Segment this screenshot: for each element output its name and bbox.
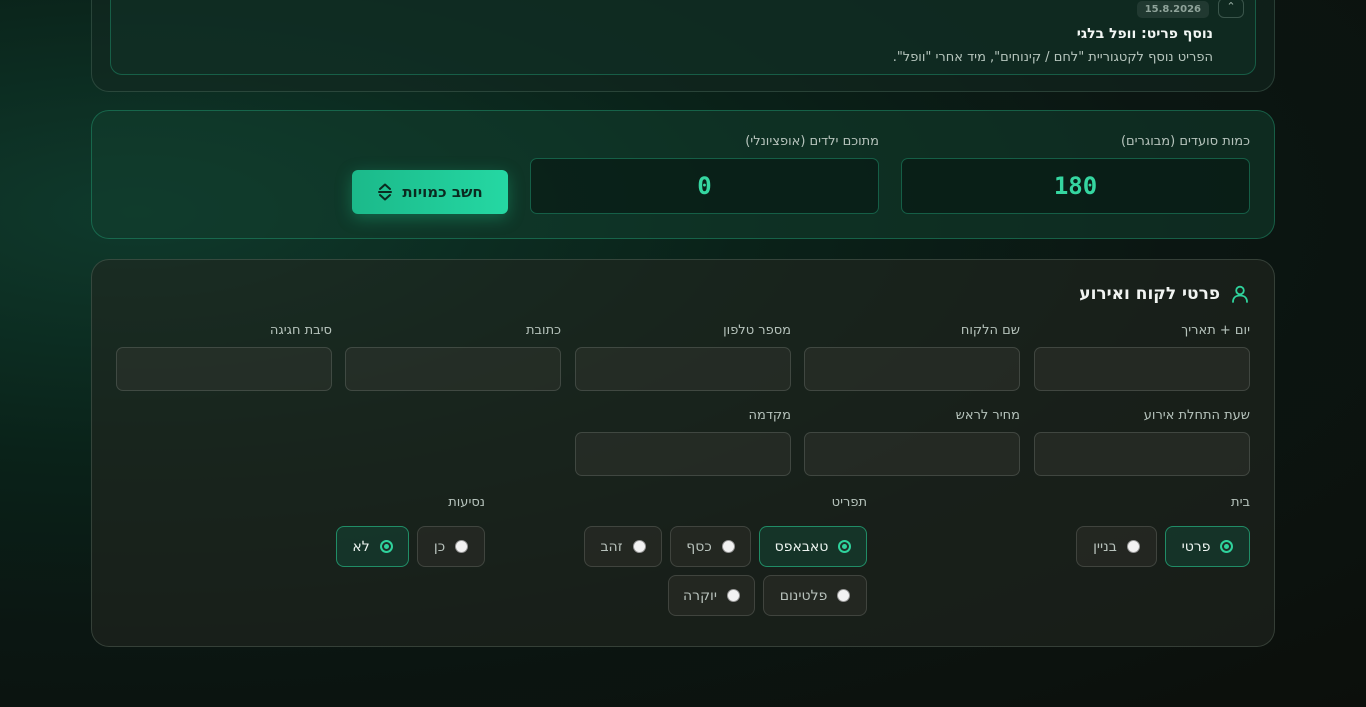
house-label: בית [1231,495,1250,510]
radio-button[interactable] [726,589,740,602]
notification-card: 15.8.2026 ⌃ נוסף פריט: וופל בלגי הפריט נ… [110,0,1256,75]
calculate-button-label: חשב כמויות [402,183,483,201]
phone-label: מספר טלפון [723,323,791,338]
radio-button[interactable] [1220,540,1234,553]
travel-option-yes[interactable]: כן [417,526,485,567]
chevron-up-icon[interactable]: ⌃ [1218,0,1244,18]
section-header: פרטי לקוח ואירוע [1079,284,1250,304]
radio-button[interactable] [632,540,646,553]
date-label: יום + תאריך [1181,323,1250,338]
deposit-input[interactable] [575,432,791,476]
kids-label: מתוכם ילדים (אופציונלי) [745,134,879,149]
option-label: כסף [686,538,712,555]
option-label: יוקרה [683,587,717,604]
option-label: פלטינום [779,587,828,604]
customer-name-label: שם הלקוח [960,323,1020,338]
price-per-head-label: מחיר לראש [955,408,1020,423]
notification-title: נוסף פריט: וופל בלגי [1076,26,1213,42]
quantity-panel: כמות סועדים (מבוגרים) 180 מתוכם ילדים (א… [91,110,1275,239]
start-time-label: שעת התחלת אירוע [1143,408,1250,423]
option-label: כן [433,538,446,555]
option-label: בניין [1093,538,1117,555]
notification-date-badge: 15.8.2026 [1136,1,1209,18]
menu-option-tapas[interactable]: טאבאפס [759,526,867,567]
radio-button[interactable] [837,589,851,602]
adults-label: כמות סועדים (מבוגרים) [1120,134,1250,149]
section-title: פרטי לקוח ואירוע [1079,284,1220,304]
occasion-label: סיבת חגיגה [269,323,332,338]
phone-input[interactable] [575,347,791,391]
calculate-button[interactable]: חשב כמויות [352,170,508,214]
radio-button[interactable] [379,540,393,553]
adults-input[interactable]: 180 [901,158,1250,214]
menu-option-platinum[interactable]: פלטינום [763,575,867,616]
menu-option-luxury[interactable]: יוקרה [668,575,755,616]
occasion-input[interactable] [116,347,332,391]
option-label: לא [352,538,370,555]
customer-name-input[interactable] [804,347,1020,391]
radio-button[interactable] [1126,540,1140,553]
menu-option-gold[interactable]: זהב [584,526,662,567]
option-label: פרטי [1181,538,1211,555]
radio-button[interactable] [721,540,735,553]
house-option-private[interactable]: פרטי [1165,526,1250,567]
address-input[interactable] [345,347,561,391]
kids-input[interactable]: 0 [530,158,879,214]
menu-option-silver[interactable]: כסף [670,526,751,567]
notification-panel: 15.8.2026 ⌃ נוסף פריט: וופל בלגי הפריט נ… [91,0,1275,92]
address-label: כתובת [525,323,561,338]
start-time-input[interactable] [1034,432,1250,476]
arrows-up-down-icon [378,183,393,201]
user-icon [1232,285,1248,303]
date-input[interactable] [1034,347,1250,391]
price-per-head-input[interactable] [804,432,1020,476]
radio-button[interactable] [838,540,852,553]
customer-event-panel: פרטי לקוח ואירוע יום + תאריך שם הלקוח מס… [91,259,1275,647]
house-option-building[interactable]: בניין [1076,526,1157,567]
option-label: זהב [600,538,623,555]
notification-text: הפריט נוסף לקטגוריית "לחם / קינוחים", מי… [892,50,1213,65]
option-label: טאבאפס [774,538,829,555]
radio-button[interactable] [455,540,469,553]
travel-option-no[interactable]: לא [336,526,409,567]
deposit-label: מקדמה [748,408,791,423]
menu-label: תפריט [831,495,867,510]
travel-label: נסיעות [448,495,485,510]
